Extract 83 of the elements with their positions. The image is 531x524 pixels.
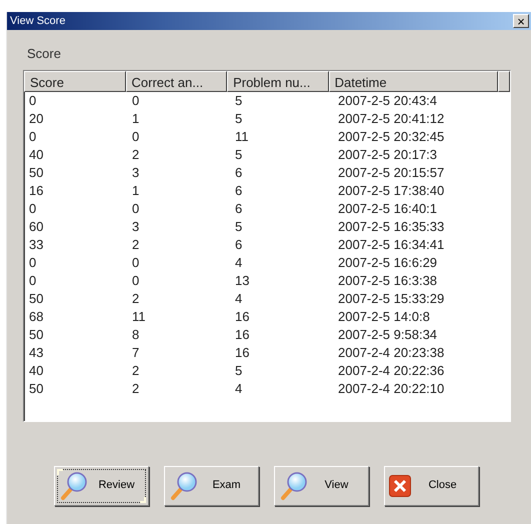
table-cell-text: 5 xyxy=(234,218,244,236)
table-cell-text: 2007-2-5 9:58:34 xyxy=(337,326,438,344)
table-cell-text: 2007-2-4 20:22:10 xyxy=(337,380,446,398)
table-cell-text: 2 xyxy=(131,380,140,398)
table-cell-text: 0 xyxy=(28,272,38,290)
window-title: View Score xyxy=(10,14,66,29)
table-cell-text: 2007-2-5 16:6:29 xyxy=(337,254,438,272)
column-header[interactable]: Correct an... xyxy=(126,70,228,92)
table-cell-text: 2007-2-5 20:41:12 xyxy=(337,110,446,128)
close-button[interactable]: × xyxy=(513,14,529,28)
table-cell-text: 0 xyxy=(131,200,140,218)
table-cell-text: 40 xyxy=(28,146,44,164)
table-cell-text: 0 xyxy=(28,254,38,272)
table-cell-text: 2007-2-5 14:0:8 xyxy=(337,308,431,326)
table-cell-text: 16 xyxy=(234,326,250,344)
table-cell-text: 0 xyxy=(131,272,140,290)
table-cell-text: 2007-2-5 20:17:3 xyxy=(337,146,438,164)
action-button[interactable]: Review xyxy=(54,466,149,506)
column-header[interactable]: Problem nu... xyxy=(227,70,329,92)
table-cell-text: 5 xyxy=(234,362,244,380)
column-header[interactable]: Score xyxy=(24,70,126,92)
table-cell-text: 2 xyxy=(131,290,140,308)
table-cell-text: 5 xyxy=(234,92,244,110)
table-cell-text: 4 xyxy=(234,254,244,272)
table-cell-text: 50 xyxy=(28,290,44,308)
table-cell-text: 0 xyxy=(28,92,38,110)
table-cell-text: 2007-2-5 17:38:40 xyxy=(337,182,446,200)
table-cell-text: 6 xyxy=(234,182,244,200)
action-button[interactable]: Exam xyxy=(164,466,259,506)
table-cell-text: 43 xyxy=(28,344,44,362)
table-cell-text: 50 xyxy=(28,326,44,344)
table-cell-text: 5 xyxy=(234,146,244,164)
table-cell-text: 2007-2-5 16:34:41 xyxy=(337,236,446,254)
table-cell-text: 2007-2-5 16:35:33 xyxy=(337,218,446,236)
table-cell-text: 4 xyxy=(234,380,244,398)
table-cell-text: 6 xyxy=(234,236,244,254)
magnifier-icon xyxy=(59,470,89,500)
table-cell-text: 2007-2-5 16:40:1 xyxy=(337,200,438,218)
table-cell-text: 2007-2-5 20:15:57 xyxy=(337,164,446,182)
magnifier-icon xyxy=(169,470,199,500)
table-cell-text: 50 xyxy=(28,164,44,182)
table-cell-text: 16 xyxy=(234,344,250,362)
table-cell-text: 20 xyxy=(28,110,44,128)
table-cell-text: 2007-2-5 15:33:29 xyxy=(337,290,446,308)
table-cell-text: 2 xyxy=(131,362,140,380)
table-cell-text: 0 xyxy=(131,128,140,146)
table-cell-text: 6 xyxy=(234,200,244,218)
table-cell-text: 1 xyxy=(131,182,140,200)
table-cell-text: 3 xyxy=(131,164,140,182)
table-cell-text: 13 xyxy=(234,272,250,290)
table-cell-text: 2007-2-4 20:23:38 xyxy=(337,344,446,362)
table-cell-text: 8 xyxy=(131,326,140,344)
table-cell-text: 2 xyxy=(131,236,140,254)
action-button[interactable]: Close xyxy=(384,466,479,506)
table-cell-text: 16 xyxy=(28,182,44,200)
table-cell-text: 0 xyxy=(28,128,38,146)
table-cell-text: 0 xyxy=(131,92,140,110)
table-cell-text: 60 xyxy=(28,218,44,236)
close-icon xyxy=(389,474,411,496)
table-cell-text: 2007-2-5 16:3:38 xyxy=(337,272,438,290)
table-cell-text: 33 xyxy=(28,236,44,254)
table-cell-text: 3 xyxy=(131,218,140,236)
table-cell-text: 6 xyxy=(234,164,244,182)
magnifier-icon xyxy=(279,470,309,500)
table-cell-text: 68 xyxy=(28,308,44,326)
table-cell-text: 7 xyxy=(131,344,140,362)
table-cell-text: 40 xyxy=(28,362,44,380)
table-cell-text: 11 xyxy=(131,308,146,326)
table-cell-text: 2 xyxy=(131,146,140,164)
table-cell-text: 0 xyxy=(28,200,38,218)
table-cell-text: 2007-2-4 20:22:36 xyxy=(337,362,446,380)
table-cell-text: 50 xyxy=(28,380,44,398)
table-cell-text: 4 xyxy=(234,290,244,308)
table-cell-text: 2007-2-5 20:43:4 xyxy=(337,92,438,110)
table-cell-text: 2007-2-5 20:32:45 xyxy=(337,128,446,146)
table-cell-text: 0 xyxy=(131,254,140,272)
action-button[interactable]: View xyxy=(274,466,369,506)
table-cell-text: 11 xyxy=(234,128,250,146)
column-header[interactable]: Datetime xyxy=(328,70,498,92)
table-cell-text: 5 xyxy=(234,110,244,128)
table-cell-text: 16 xyxy=(234,308,250,326)
table-cell-text: 1 xyxy=(131,110,140,128)
group-label: Score xyxy=(27,45,62,63)
